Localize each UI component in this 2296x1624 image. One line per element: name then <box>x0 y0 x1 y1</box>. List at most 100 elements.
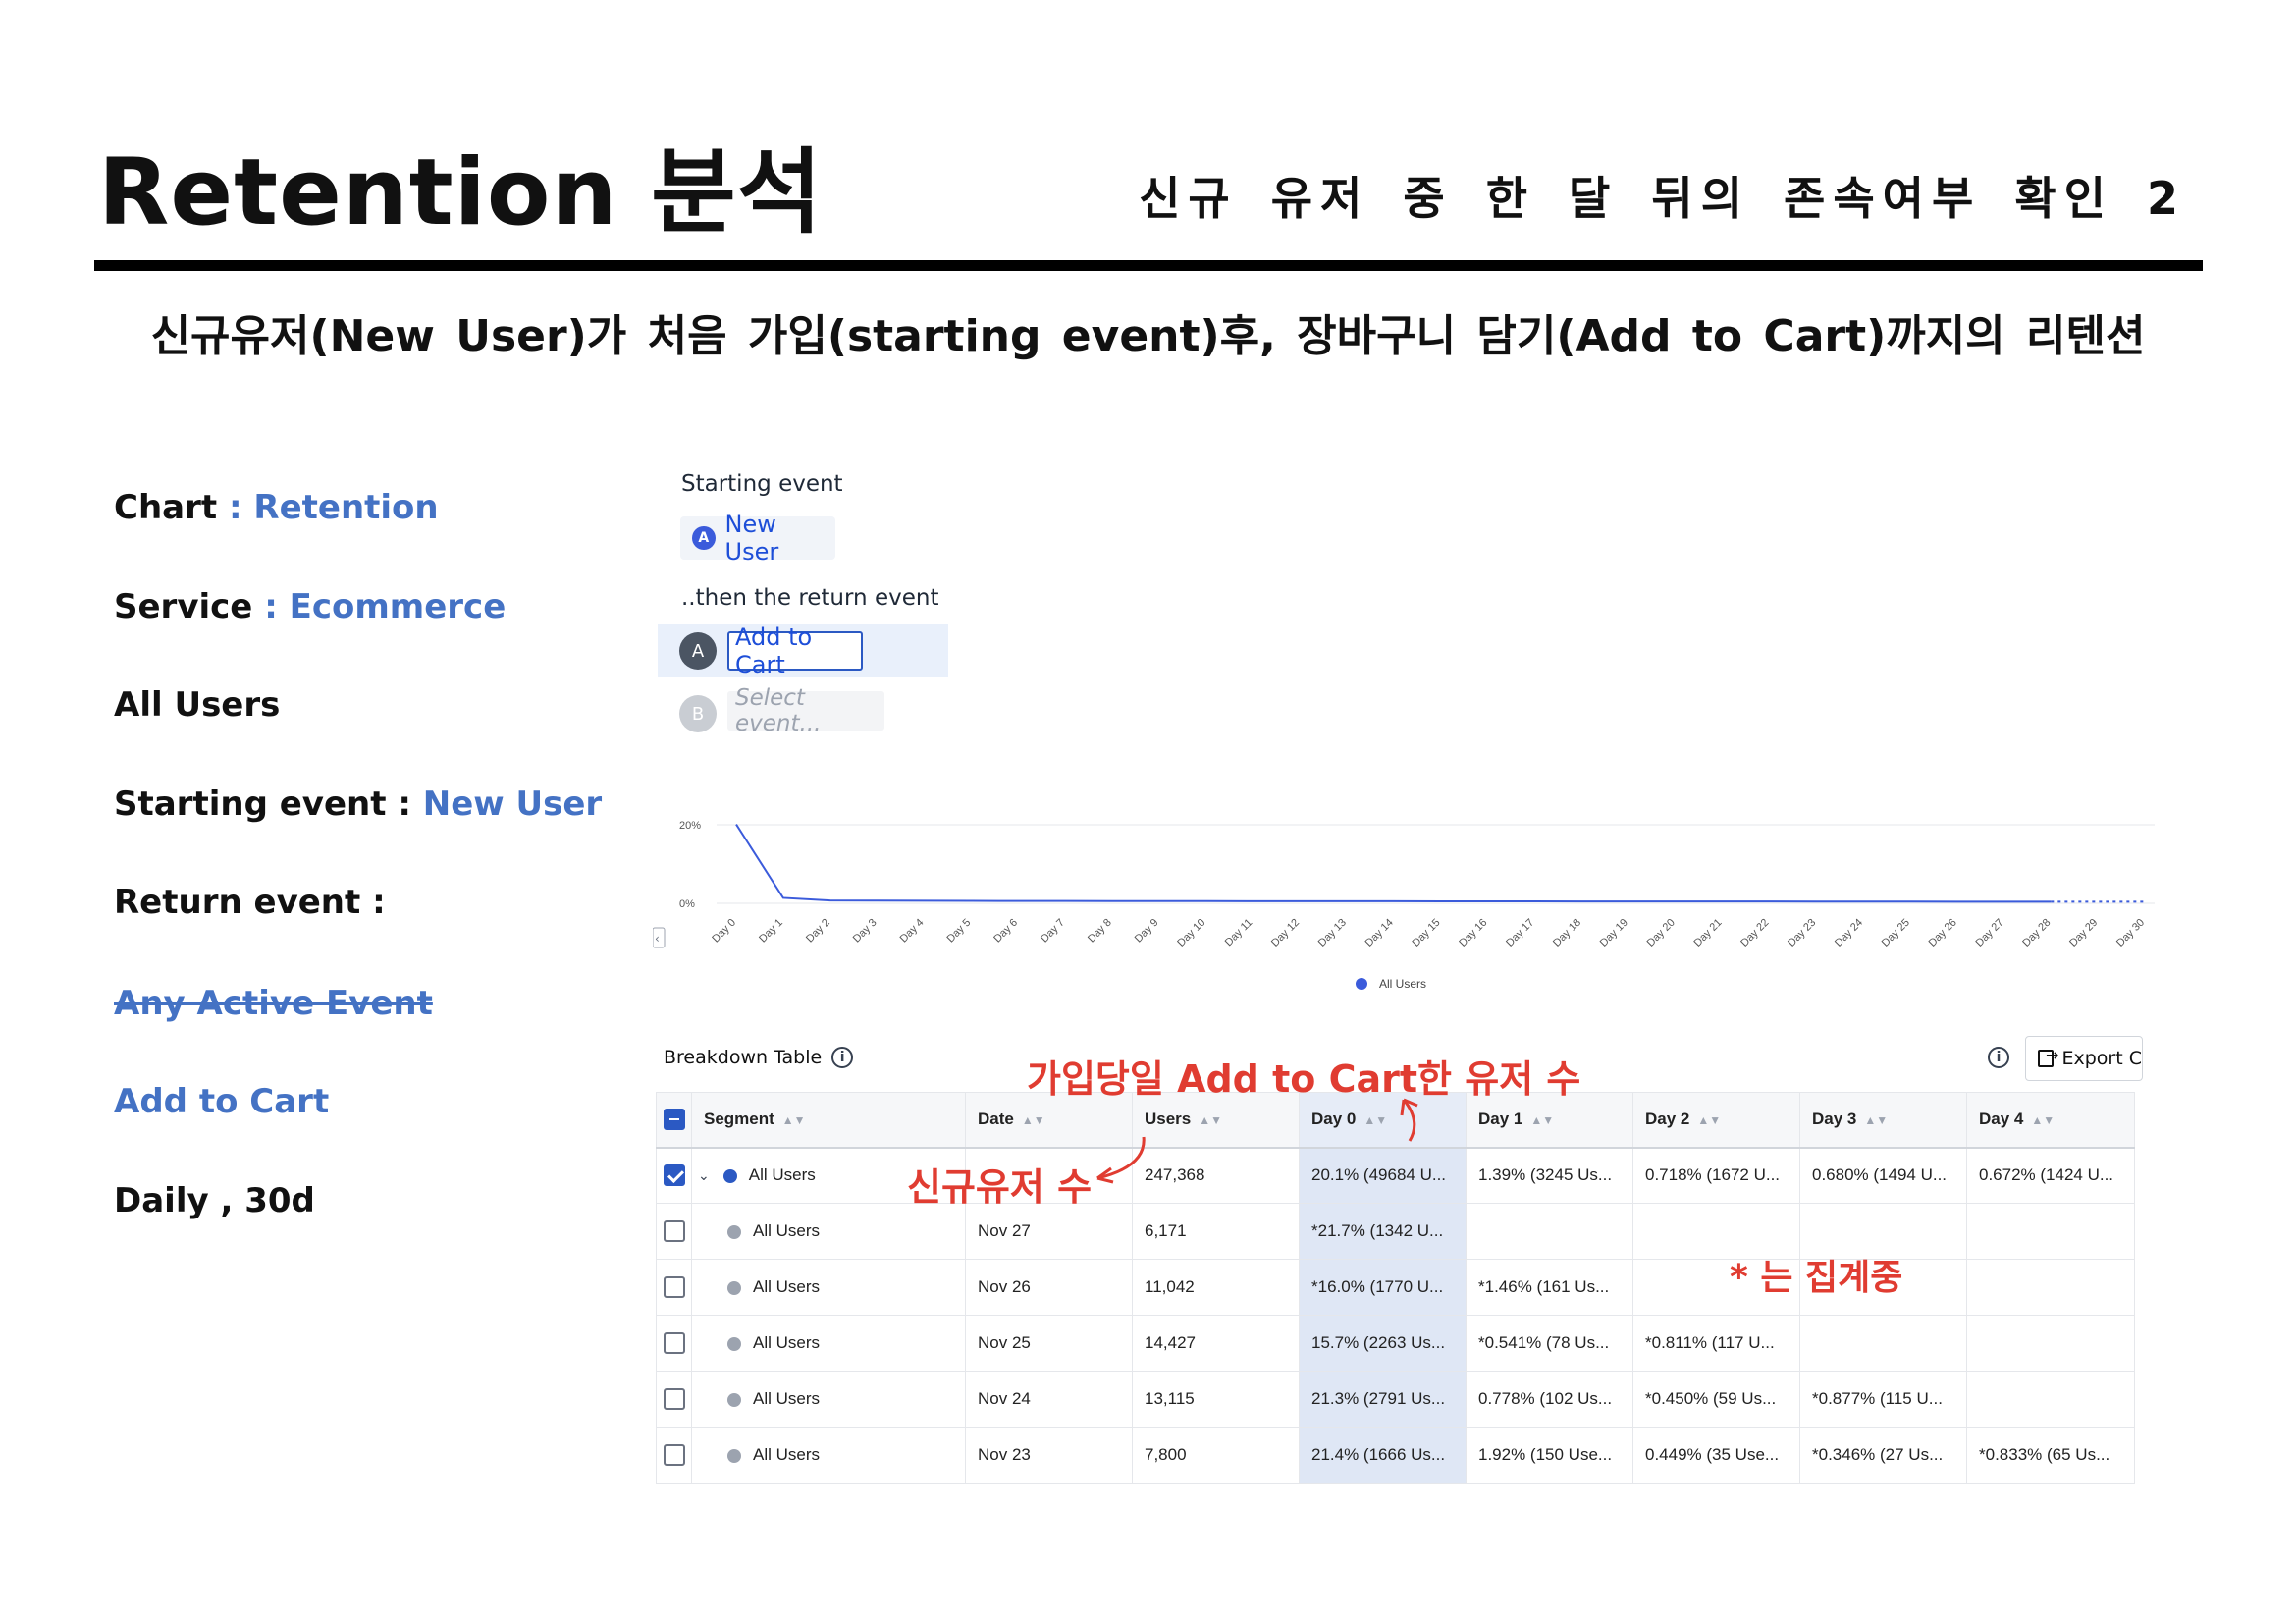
row-checkbox-cell <box>656 1203 692 1260</box>
day2-cell: *0.450% (59 Us... <box>1632 1371 1800 1428</box>
sort-icon: ▲▼ <box>1864 1113 1889 1128</box>
row-checkbox[interactable] <box>663 1388 685 1410</box>
date-cell: Nov 23 <box>965 1427 1133 1484</box>
x-tick-label: Day 15 <box>1410 917 1442 949</box>
users-cell: 6,171 <box>1132 1203 1300 1260</box>
x-tick-label: Day 20 <box>1645 917 1678 949</box>
x-tick-label: Day 16 <box>1457 917 1489 949</box>
day1-cell: 0.778% (102 Us... <box>1466 1371 1633 1428</box>
day3-cell <box>1799 1315 1967 1372</box>
chart-value: : Retention <box>217 488 439 527</box>
col-day-3[interactable]: Day 3 ▲▼ <box>1799 1092 1967 1149</box>
table-row-total: ⌄ All Users 247,368 20.1% (49684 U... 1.3… <box>656 1147 2135 1204</box>
table-row: All Users Nov 25 14,427 15.7% (2263 Us..… <box>656 1315 2135 1372</box>
sort-icon: ▲▼ <box>1363 1113 1388 1128</box>
day4-cell <box>1966 1371 2135 1428</box>
x-tick-label: Day 23 <box>1786 917 1818 949</box>
date-cell: Nov 25 <box>965 1315 1133 1372</box>
title-divider <box>94 260 2203 271</box>
segment-cell: All Users <box>691 1371 966 1428</box>
sort-icon: ▲▼ <box>781 1113 806 1128</box>
sort-icon: ▲▼ <box>1199 1113 1223 1128</box>
day0-cell: 15.7% (2263 Us... <box>1299 1315 1467 1372</box>
day1-cell: *0.541% (78 Us... <box>1466 1315 1633 1372</box>
service-info: Service : Ecommerce <box>114 587 506 626</box>
x-tick-label: Day 11 <box>1223 917 1255 949</box>
chevron-down-icon[interactable]: ⌄ <box>698 1167 710 1184</box>
x-tick-label: Day 21 <box>1691 917 1724 949</box>
starting-event-value: New User <box>724 511 779 566</box>
row-checkbox-cell <box>656 1315 692 1372</box>
table-row: All Users Nov 24 13,115 21.3% (2791 Us..… <box>656 1371 2135 1428</box>
chart-label: Chart <box>114 488 218 527</box>
starting-event-label: Starting event <box>681 471 843 497</box>
users-cell: 7,800 <box>1132 1427 1300 1484</box>
row-checkbox-cell <box>656 1259 692 1316</box>
day0-cell: *21.7% (1342 U... <box>1299 1203 1467 1260</box>
x-tick-label: Day 25 <box>1880 917 1912 949</box>
day1-cell: 1.92% (150 Use... <box>1466 1427 1633 1484</box>
breakdown-table: Segment ▲▼ Date ▲▼ Users ▲▼ Day 0 ▲▼ Day 1 ▲▼… <box>656 1092 2135 1484</box>
table-info-icon[interactable]: i <box>1988 1047 2009 1068</box>
service-value: : Ecommerce <box>252 587 507 626</box>
x-tick-label: Day 17 <box>1504 917 1536 949</box>
row-checkbox[interactable] <box>663 1276 685 1298</box>
event-b-selector[interactable]: Select event... <box>727 685 884 736</box>
event-a-badge: A <box>679 632 717 670</box>
y-tick-label: 0% <box>679 898 695 910</box>
day0-cell: 21.3% (2791 Us... <box>1299 1371 1467 1428</box>
col-segment[interactable]: Segment ▲▼ <box>691 1092 966 1149</box>
series-dot <box>727 1336 741 1351</box>
x-tick-label: Day 10 <box>1175 917 1207 949</box>
users-cell: 247,368 <box>1132 1147 1300 1204</box>
export-icon <box>2038 1046 2059 1067</box>
slide-headline: 신규유저(New User)가 처음 가입(starting event)후, … <box>150 311 2146 361</box>
series-dot <box>727 1448 741 1463</box>
event-b-badge: B <box>679 695 717 732</box>
segment-cell: All Users <box>691 1315 966 1372</box>
x-tick-label: Day 14 <box>1363 917 1396 949</box>
x-tick-label: Day 7 <box>1039 917 1067 946</box>
starting-event-info: Starting event : New User <box>114 785 602 824</box>
starting-event-label: Starting event : <box>114 785 423 824</box>
export-label: Export C <box>2061 1048 2142 1069</box>
service-label: Service <box>114 587 253 626</box>
row-checkbox-cell <box>656 1147 692 1204</box>
col-day-2[interactable]: Day 2 ▲▼ <box>1632 1092 1800 1149</box>
col-day-4[interactable]: Day 4 ▲▼ <box>1966 1092 2135 1149</box>
info-icon[interactable]: i <box>831 1047 854 1068</box>
x-tick-label: Day 19 <box>1598 917 1630 949</box>
day4-cell: 0.672% (1424 U... <box>1966 1147 2135 1204</box>
series-dot <box>727 1280 741 1295</box>
series-dot <box>727 1224 741 1239</box>
row-checkbox[interactable] <box>663 1444 685 1466</box>
x-tick-label: Day 18 <box>1551 917 1583 949</box>
day3-cell: 0.680% (1494 U... <box>1799 1147 1967 1204</box>
starting-event-chip[interactable]: A New User <box>680 511 835 566</box>
row-checkbox[interactable] <box>663 1332 685 1354</box>
table-row: All Users Nov 27 6,171 *21.7% (1342 U... <box>656 1203 2135 1260</box>
x-tick-label: Day 13 <box>1316 917 1349 949</box>
users-cell: 11,042 <box>1132 1259 1300 1316</box>
row-checkbox[interactable] <box>663 1164 685 1187</box>
users-cell: 13,115 <box>1132 1371 1300 1428</box>
retention-line-chart: 20% 0% Day 0 Day 1 Day 2 Day 3 Day 4 Day 5 Day 6… <box>653 820 2155 991</box>
event-a-selector[interactable]: Add to Cart <box>727 623 863 678</box>
date-cell: Nov 26 <box>965 1259 1133 1316</box>
day1-cell <box>1466 1203 1633 1260</box>
users-info: All Users <box>114 685 281 725</box>
legend-dot <box>1356 978 1367 990</box>
select-all-checkbox[interactable] <box>663 1109 685 1131</box>
sort-icon: ▲▼ <box>1697 1113 1722 1128</box>
x-tick-label: Day 29 <box>2067 917 2100 949</box>
x-tick-label: Day 26 <box>1927 917 1959 949</box>
x-tick-label: Day 2 <box>804 917 832 946</box>
day2-cell: *0.811% (117 U... <box>1632 1315 1800 1372</box>
row-checkbox[interactable] <box>663 1220 685 1242</box>
export-button[interactable]: Export C <box>2025 1036 2143 1081</box>
day0-annotation: 가입당일 Add to Cart한 유저 수 <box>1027 1057 1581 1101</box>
day2-cell: 0.718% (1672 U... <box>1632 1147 1800 1204</box>
breakdown-table-label: Breakdown Table <box>664 1047 823 1068</box>
series-line-all-users <box>735 824 2052 903</box>
table-row: All Users Nov 26 11,042 *16.0% (1770 U..… <box>656 1259 2135 1316</box>
